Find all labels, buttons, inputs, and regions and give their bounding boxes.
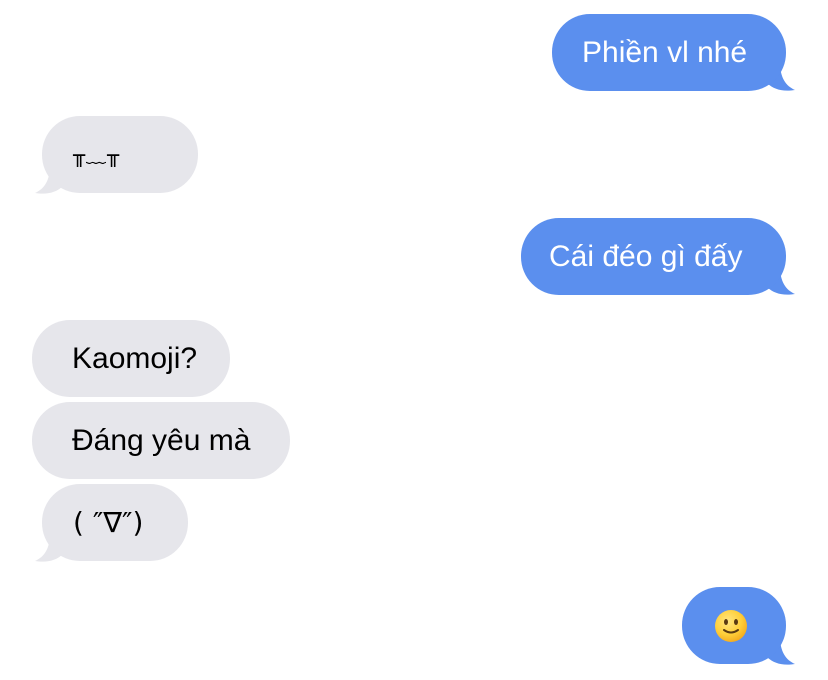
message-text: Cái đéo gì đấy xyxy=(549,239,743,273)
message-text: ╥﹏╥ xyxy=(73,142,121,167)
message-bubble-outgoing[interactable]: Cái đéo gì đấy xyxy=(521,218,786,295)
slightly-smiling-face-icon xyxy=(715,609,747,642)
message-bubble-incoming[interactable]: Kaomoji? xyxy=(32,320,230,397)
message-bubble-incoming[interactable]: ╥﹏╥ xyxy=(42,116,198,193)
message-bubble-incoming[interactable]: ( ″∇″) xyxy=(42,484,188,561)
message-text: Kaomoji? xyxy=(72,341,198,375)
message-text: ( ″∇″) xyxy=(73,505,144,539)
message-bubble-outgoing[interactable] xyxy=(682,587,786,664)
message-bubble-outgoing[interactable]: Phiền vl nhé xyxy=(552,14,786,91)
message-text: Đáng yêu mà xyxy=(72,423,251,457)
message-text: Phiền vl nhé xyxy=(582,35,748,69)
message-bubble-incoming[interactable]: Đáng yêu mà xyxy=(32,402,290,479)
